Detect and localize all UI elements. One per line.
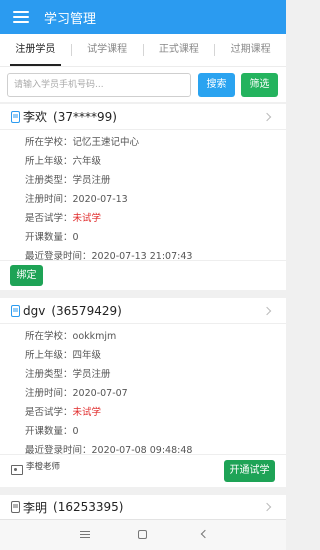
student-card[interactable]: 李欢 (37****99) 所在学校：记忆王速记中心 所上年级：六年级 注册类型…: [0, 104, 286, 290]
tab-trial-courses[interactable]: 试学课程: [72, 34, 143, 66]
teacher-icon: [11, 465, 23, 475]
student-card[interactable]: dgv (36579429) 所在学校：ookkmjm 所上年级：四年级 注册类…: [0, 298, 286, 487]
filter-button[interactable]: 筛选: [241, 73, 278, 97]
info-row-course-count: 开课数量：0: [25, 232, 79, 243]
info-row-type: 注册类型：学员注册: [25, 369, 111, 380]
info-row-trial: 是否试学：未试学: [25, 407, 102, 418]
phone-icon: [11, 501, 20, 513]
phone-icon: [11, 110, 20, 123]
info-row-reg-time: 注册时间：2020-07-13: [25, 194, 128, 205]
card-footer: 绑定: [0, 260, 286, 290]
search-input[interactable]: 请输入学员手机号码...: [7, 73, 191, 97]
student-name: 李欢: [23, 110, 48, 124]
recent-apps-icon[interactable]: [80, 531, 90, 538]
page-title: 学习管理: [44, 11, 97, 27]
open-trial-button[interactable]: 开通试学: [224, 460, 275, 482]
info-row-school: 所在学校：ookkmjm: [25, 331, 117, 342]
info-row-school: 所在学校：记忆王速记中心: [25, 137, 140, 148]
student-card-header[interactable]: 李欢 (37****99): [0, 104, 286, 130]
menu-icon[interactable]: [13, 11, 29, 23]
back-icon[interactable]: [200, 529, 210, 539]
info-row-type: 注册类型：学员注册: [25, 175, 111, 186]
chevron-right-icon[interactable]: [262, 502, 272, 512]
system-nav-bar: [0, 519, 286, 550]
tab-formal-courses[interactable]: 正式课程: [144, 34, 215, 66]
chevron-right-icon[interactable]: [262, 112, 272, 121]
tab-bar: 注册学员 试学课程 正式课程 过期课程: [0, 34, 286, 66]
student-phone: (37****99): [53, 109, 117, 124]
teacher-name: 李橙老师: [26, 462, 61, 472]
student-phone: (16253395): [53, 500, 124, 514]
student-card-header[interactable]: 李明 (16253395): [0, 495, 286, 519]
phone-icon: [11, 304, 20, 317]
search-bar: 请输入学员手机号码... 搜索 筛选: [0, 66, 286, 102]
info-row-course-count: 开课数量：0: [25, 426, 79, 437]
info-row-grade: 所上年级：四年级: [25, 350, 102, 361]
info-row-reg-time: 注册时间：2020-07-07: [25, 388, 128, 399]
student-card[interactable]: 李明 (16253395): [0, 495, 286, 519]
student-name: dgv: [23, 303, 46, 318]
home-icon[interactable]: [138, 530, 147, 539]
search-button[interactable]: 搜索: [198, 73, 235, 97]
app-bar: 学习管理: [0, 0, 286, 34]
student-card-header[interactable]: dgv (36579429): [0, 298, 286, 324]
student-name: 李明: [23, 500, 48, 515]
tab-registered-students[interactable]: 注册学员: [0, 34, 71, 66]
info-row-grade: 所上年级：六年级: [25, 156, 102, 167]
tab-expired-courses[interactable]: 过期课程: [215, 34, 286, 66]
chevron-right-icon[interactable]: [262, 306, 272, 315]
card-footer: 李橙老师 开通试学: [0, 454, 286, 487]
info-row-trial: 是否试学：未试学: [25, 213, 102, 224]
bind-button[interactable]: 绑定: [10, 265, 43, 286]
student-phone: (36579429): [51, 303, 122, 318]
